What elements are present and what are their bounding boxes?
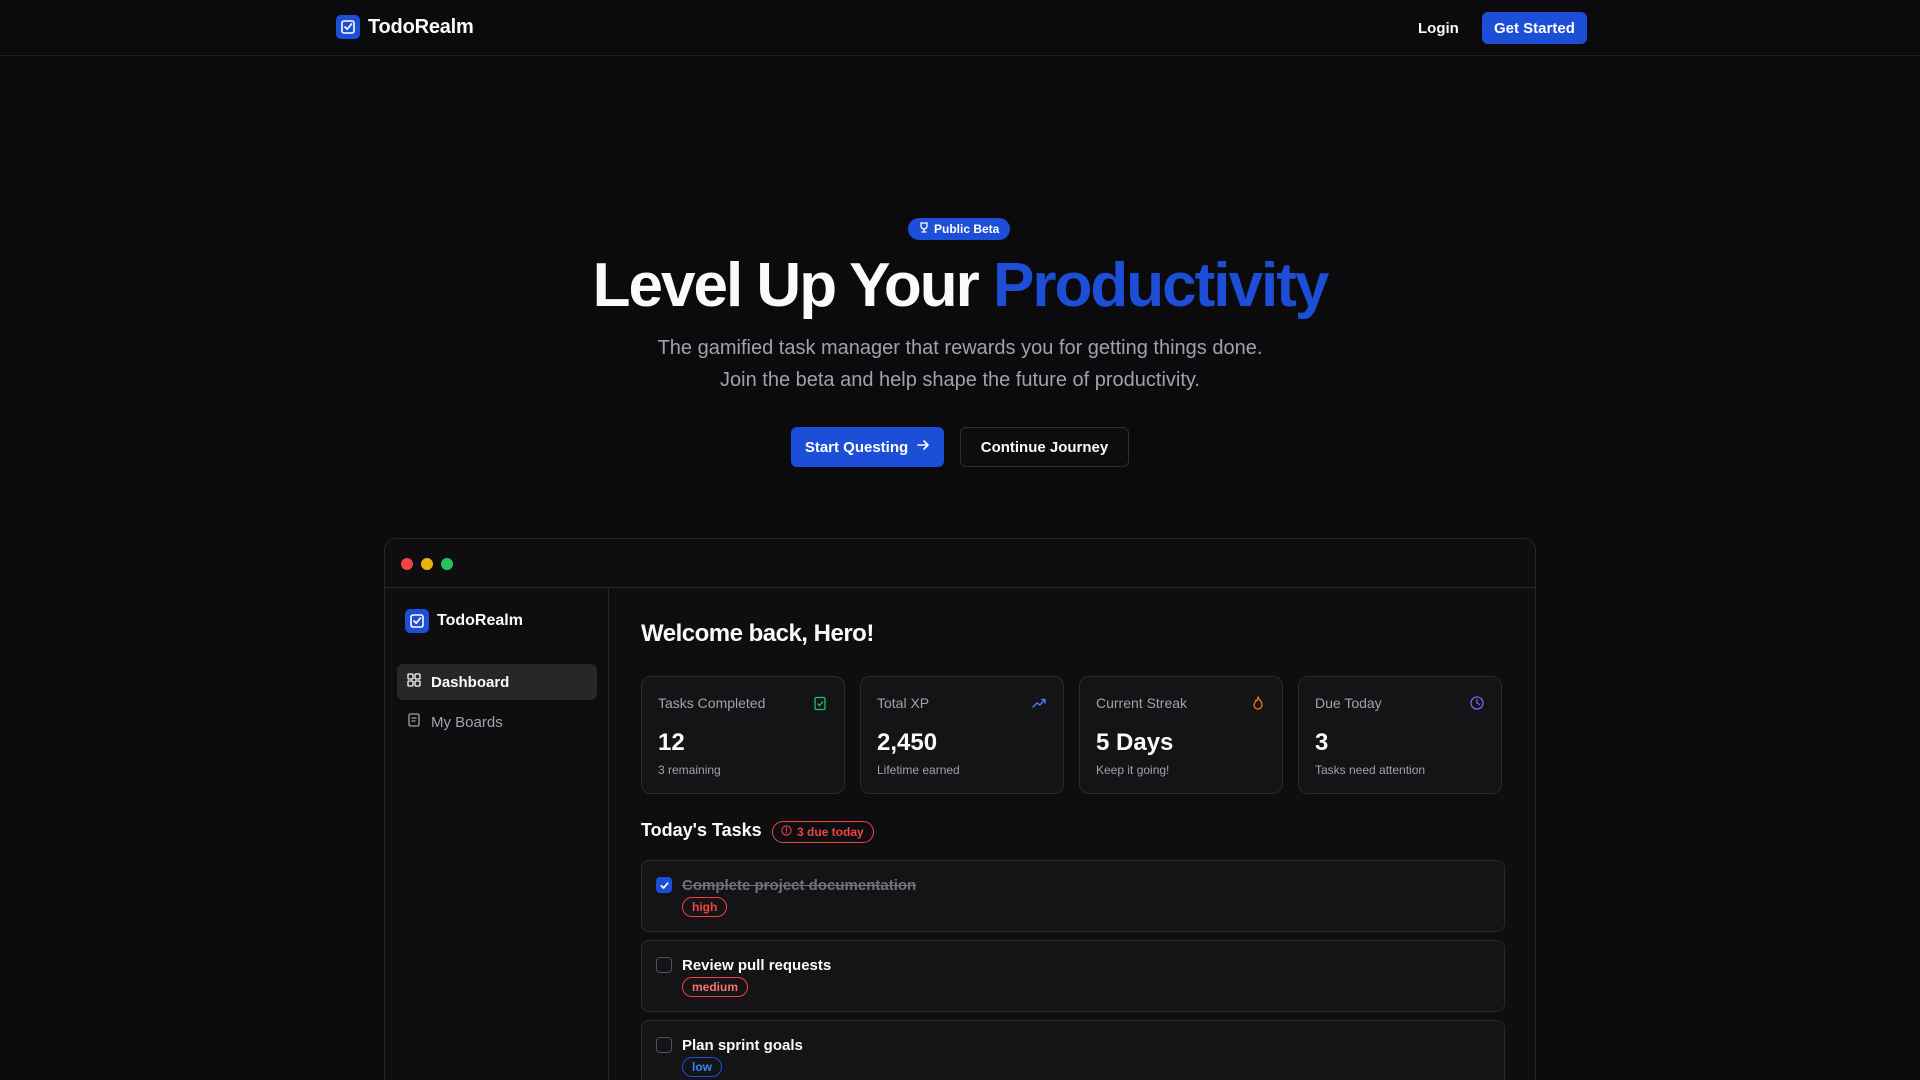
priority-badge: medium <box>682 977 749 997</box>
task-name: Plan sprint goals <box>682 1037 803 1054</box>
brand[interactable]: TodoRealm <box>336 15 474 39</box>
sidebar-item-label: My Boards <box>431 713 503 731</box>
login-link[interactable]: Login <box>1406 12 1471 44</box>
hero-subtitle-line-1: The gamified task manager that rewards y… <box>657 337 1263 359</box>
public-beta-badge: Public Beta <box>908 218 1011 240</box>
stat-subtext: 3 remaining <box>658 763 721 777</box>
task-row[interactable]: Complete project documentation high <box>641 860 1505 932</box>
stat-subtext: Keep it going! <box>1096 763 1170 777</box>
stat-card-current-streak: Current Streak 5 Days Keep it going! <box>1079 676 1283 794</box>
task-row[interactable]: Review pull requests medium <box>641 940 1505 1012</box>
hero-title: Level Up Your Productivity <box>0 248 1920 324</box>
task-name: Complete project documentation <box>682 877 917 894</box>
window-maximize-dot <box>441 558 453 570</box>
stat-subtext: Lifetime earned <box>877 763 960 777</box>
task-name: Review pull requests <box>682 957 832 974</box>
start-questing-button[interactable]: Start Questing <box>791 427 944 467</box>
due-today-label: 3 due today <box>797 825 864 839</box>
trending-up-icon <box>1031 695 1047 711</box>
preview-main: Welcome back, Hero! Tasks Completed 12 3… <box>609 588 1535 1080</box>
due-today-badge: 3 due today <box>772 821 874 843</box>
sidebar-item-dashboard[interactable]: Dashboard <box>397 664 597 700</box>
stat-label: Tasks Completed <box>658 695 766 711</box>
stat-card-due-today: Due Today 3 Tasks need attention <box>1298 676 1502 794</box>
hero-subtitle-line-2: Join the beta and help shape the future … <box>720 369 1200 391</box>
app-preview-window: TodoRealm Dashboard My Boards Welcome ba… <box>384 538 1536 1080</box>
stat-label: Total XP <box>877 695 930 711</box>
logo-check-icon <box>405 609 429 633</box>
top-nav: TodoRealm Login Get Started <box>0 0 1920 56</box>
badge-label: Public Beta <box>934 222 1000 236</box>
clock-icon <box>1469 695 1485 711</box>
trophy-icon <box>919 222 929 236</box>
task-row[interactable]: Plan sprint goals low <box>641 1020 1505 1080</box>
stat-label: Current Streak <box>1096 695 1188 711</box>
sidebar-brand-name: TodoRealm <box>437 612 523 629</box>
clipboard-check-icon <box>812 695 828 711</box>
stat-value: 2,450 <box>877 729 938 756</box>
stat-subtext: Tasks need attention <box>1315 763 1426 777</box>
dashboard-grid-icon <box>407 673 421 691</box>
task-checkbox[interactable] <box>656 1037 672 1053</box>
get-started-button[interactable]: Get Started <box>1482 12 1587 44</box>
hero-title-accent: Productivity <box>993 251 1329 320</box>
sidebar-brand[interactable]: TodoRealm <box>405 609 523 633</box>
stat-card-total-xp: Total XP 2,450 Lifetime earned <box>860 676 1064 794</box>
sidebar-item-label: Dashboard <box>431 673 510 691</box>
logo-check-icon <box>336 15 360 39</box>
hero-title-plain: Level Up Your <box>592 251 994 320</box>
welcome-heading: Welcome back, Hero! <box>641 620 874 647</box>
stat-card-tasks-completed: Tasks Completed 12 3 remaining <box>641 676 845 794</box>
brand-name: TodoRealm <box>368 15 474 38</box>
window-minimize-dot <box>421 558 433 570</box>
board-icon <box>407 713 421 731</box>
stat-label: Due Today <box>1315 695 1382 711</box>
priority-badge: low <box>682 1057 722 1077</box>
task-checkbox[interactable] <box>656 877 672 893</box>
checkmark-icon <box>659 881 669 889</box>
window-close-dot <box>401 558 413 570</box>
start-questing-label: Start Questing <box>804 438 909 456</box>
hero-subtitle: The gamified task manager that rewards y… <box>0 332 1920 396</box>
continue-journey-button[interactable]: Continue Journey <box>960 427 1129 467</box>
window-title-bar <box>385 539 1535 588</box>
stat-value: 5 Days <box>1096 729 1174 756</box>
arrow-right-icon <box>916 438 930 456</box>
stat-value: 12 <box>658 729 685 756</box>
flame-icon <box>1250 695 1266 711</box>
task-checkbox[interactable] <box>656 957 672 973</box>
todays-tasks-heading: Today's Tasks <box>641 820 762 840</box>
preview-sidebar: TodoRealm Dashboard My Boards <box>385 588 609 1080</box>
alert-circle-icon <box>781 825 792 839</box>
priority-badge: high <box>682 897 728 917</box>
stat-value: 3 <box>1315 729 1329 756</box>
sidebar-item-my-boards[interactable]: My Boards <box>397 704 597 740</box>
